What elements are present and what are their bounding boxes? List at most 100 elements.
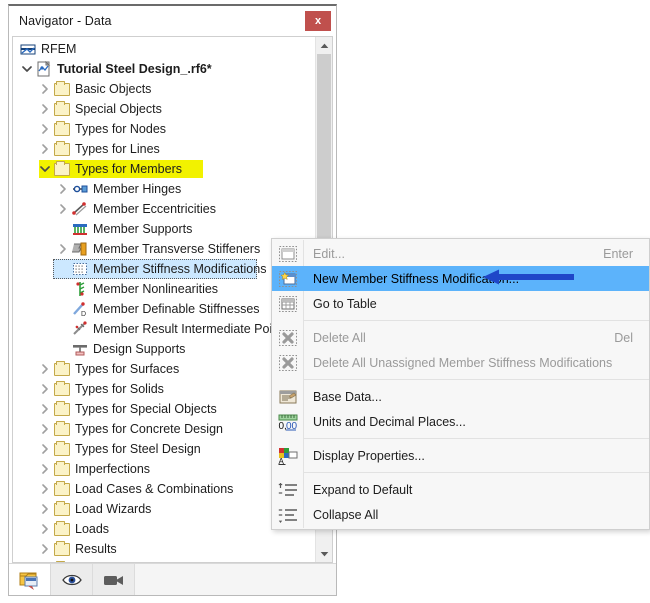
- scroll-down-arrow[interactable]: [316, 545, 332, 562]
- collapse-icon-wrap: [272, 506, 303, 524]
- tree-item-17[interactable]: Types for Special Objects: [13, 399, 315, 419]
- tree-item-13[interactable]: Member Result Intermediate Points: [13, 319, 315, 339]
- tree-item-content: Loads: [37, 519, 115, 539]
- folder-icon: [54, 160, 70, 176]
- tree-root-label: RFEM: [41, 42, 77, 56]
- chevron-right-icon[interactable]: [37, 519, 53, 539]
- tree-item-12[interactable]: D Member Definable Stiffnesses: [13, 299, 315, 319]
- tree-item-content: Design Supports: [55, 339, 191, 359]
- chevron-right-icon[interactable]: [37, 79, 53, 99]
- chevron-right-icon[interactable]: [55, 239, 71, 259]
- close-button[interactable]: x: [305, 11, 331, 31]
- chevron-right-icon[interactable]: [37, 139, 53, 159]
- tree-item-3[interactable]: Types for Nodes: [13, 119, 315, 139]
- expand-icon-wrap: [272, 481, 303, 499]
- delete-unassigned-icon-wrap: [272, 354, 303, 372]
- context-menu-separator: [304, 320, 649, 321]
- data-navigator-icon: [19, 572, 37, 590]
- tree-item-14[interactable]: Design Supports: [13, 339, 315, 359]
- delete-all-icon: [278, 329, 297, 346]
- tree-item-21[interactable]: Load Cases & Combinations: [13, 479, 315, 499]
- member-nonlinearity-icon: [76, 282, 85, 296]
- design-support-icon: [73, 345, 87, 356]
- tree-item-label: Special Objects: [75, 102, 162, 116]
- tree-item-2[interactable]: Special Objects: [13, 99, 315, 119]
- tree-item-8[interactable]: Member Supports: [13, 219, 315, 239]
- menu-item-10[interactable]: A Display Properties...: [272, 443, 649, 468]
- folder-icon: [54, 440, 70, 456]
- menu-item-13[interactable]: Collapse All: [272, 502, 649, 527]
- tree-item-label: Types for Special Objects: [75, 402, 217, 416]
- tree-item-22[interactable]: Load Wizards: [13, 499, 315, 519]
- menu-item-label: Units and Decimal Places...: [313, 414, 466, 429]
- menu-item-0[interactable]: Edit... Enter: [272, 241, 649, 266]
- tree-item-7[interactable]: Member Eccentricities: [13, 199, 315, 219]
- base-data-icon-wrap: [272, 388, 303, 406]
- chevron-right-icon[interactable]: [37, 479, 53, 499]
- units-decimal-icon-wrap: 0, 00: [272, 413, 303, 431]
- chevron-right-icon[interactable]: [37, 119, 53, 139]
- tree-item-0[interactable]: Tutorial Steel Design_.rf6*: [13, 59, 315, 79]
- display-properties-icon-wrap: A: [272, 447, 303, 465]
- folder-icon: [54, 480, 70, 496]
- chevron-right-icon[interactable]: [37, 99, 53, 119]
- tree-item-label: Loads: [75, 522, 110, 536]
- menu-item-label: Collapse All: [313, 507, 379, 522]
- tree-item-24[interactable]: Results: [13, 539, 315, 559]
- tree-item-label: Types for Surfaces: [75, 362, 180, 376]
- folder-icon-wrap: [53, 440, 71, 457]
- chevron-right-icon[interactable]: [37, 459, 53, 479]
- chevron-right-icon[interactable]: [37, 419, 53, 439]
- folder-icon: [54, 140, 70, 156]
- tree-item-25[interactable]: Guide Objects: [13, 559, 315, 562]
- menu-item-7[interactable]: Base Data...: [272, 384, 649, 409]
- tree-item-content: Member Supports: [55, 219, 198, 239]
- sidebar-item-data-navigator[interactable]: [9, 564, 51, 595]
- tree-item-1[interactable]: Basic Objects: [13, 79, 315, 99]
- member-support-icon: [73, 224, 87, 235]
- chevron-right-icon[interactable]: [37, 559, 53, 562]
- menu-item-4[interactable]: Delete All Del: [272, 325, 649, 350]
- folder-icon: [54, 120, 70, 136]
- tree-item-4[interactable]: Types for Lines: [13, 139, 315, 159]
- chevron-right-icon[interactable]: [37, 499, 53, 519]
- tree-item-5[interactable]: Types for Members: [13, 159, 315, 179]
- chevron-right-icon[interactable]: [37, 539, 53, 559]
- tree-item-label: Member Result Intermediate Points: [93, 322, 289, 336]
- chevron-right-icon[interactable]: [37, 439, 53, 459]
- sidebar-item-display-navigator[interactable]: [51, 564, 93, 595]
- tree-item-16[interactable]: Types for Solids: [13, 379, 315, 399]
- chevron-down-icon[interactable]: [37, 159, 53, 179]
- chevron-right-icon[interactable]: [37, 379, 53, 399]
- tree-item-23[interactable]: Loads: [13, 519, 315, 539]
- chevron-right-icon[interactable]: [37, 359, 53, 379]
- scroll-up-arrow[interactable]: [316, 37, 332, 54]
- tree-item-11[interactable]: Member Nonlinearities: [13, 279, 315, 299]
- menu-item-12[interactable]: Expand to Default: [272, 477, 649, 502]
- tree-item-9[interactable]: Member Transverse Stiffeners: [13, 239, 315, 259]
- sidebar-item-views-navigator[interactable]: [93, 564, 135, 595]
- chevron-right-icon[interactable]: [55, 199, 71, 219]
- tree-item-content: Load Cases & Combinations: [37, 479, 239, 499]
- menu-item-1[interactable]: New Member Stiffness Modification...: [272, 266, 649, 291]
- base-data-icon: [279, 390, 297, 403]
- tree-item-6[interactable]: Member Hinges: [13, 179, 315, 199]
- menu-item-5[interactable]: Delete All Unassigned Member Stiffness M…: [272, 350, 649, 375]
- chevron-right-icon[interactable]: [37, 399, 53, 419]
- window-titlebar: Navigator - Data x: [9, 6, 336, 36]
- menu-item-2[interactable]: Go to Table: [272, 291, 649, 316]
- tree-item-20[interactable]: Imperfections: [13, 459, 315, 479]
- tree-item-19[interactable]: Types for Steel Design: [13, 439, 315, 459]
- member-eccentricity-icon: [72, 202, 87, 216]
- eye-icon: [61, 574, 82, 585]
- tree-item-label: Member Hinges: [93, 182, 182, 196]
- tree-root-row[interactable]: RFEM: [13, 39, 315, 59]
- member-stiffness-modification-icon: [73, 263, 87, 275]
- chevron-down-icon[interactable]: [19, 59, 35, 79]
- menu-item-8[interactable]: 0, 00 Units and Decimal Places...: [272, 409, 649, 434]
- tree-item-10[interactable]: Member Stiffness Modifications: [13, 259, 315, 279]
- tree-item-18[interactable]: Types for Concrete Design: [13, 419, 315, 439]
- chevron-right-icon[interactable]: [55, 179, 71, 199]
- tree-item-15[interactable]: Types for Surfaces: [13, 359, 315, 379]
